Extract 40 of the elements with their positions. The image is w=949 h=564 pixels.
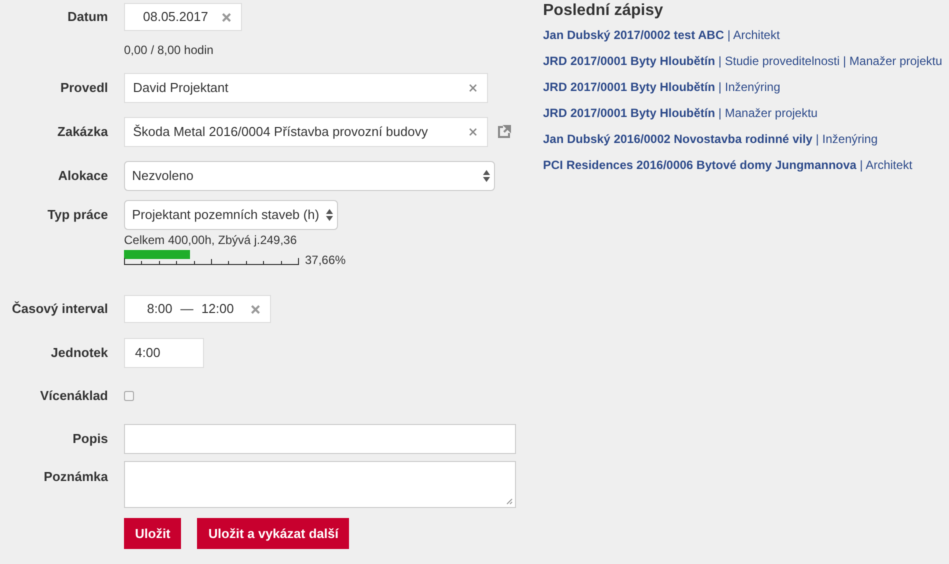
recent-entry[interactable]: JRD 2017/0001 Byty Hloubětín | Manažer projektu <box>543 104 949 122</box>
field-label: Typ práce <box>46 206 108 224</box>
recent-entry[interactable]: JRD 2017/0001 Byty Hloubětín | Inženýring <box>543 78 949 96</box>
input-field[interactable] <box>124 424 516 454</box>
time-interval-field[interactable]: 8:00 — 12:00 <box>124 295 271 323</box>
clear-icon[interactable] <box>469 128 477 136</box>
resize-handle-icon[interactable] <box>506 498 513 505</box>
section-title: Poslední zápisy <box>543 1 664 21</box>
field-label: Vícenáklad <box>39 387 108 406</box>
field-label: Poznámka <box>42 468 108 486</box>
field-label: Datum <box>66 8 108 26</box>
recent-entry[interactable]: Jan Dubský 2016/0002 Novostavba rodinné vily | Inženýring <box>543 130 949 148</box>
recent-entry[interactable]: Jan Dubský 2017/0002 test ABC | Architekt <box>543 26 949 44</box>
sort-arrows-icon <box>483 170 490 182</box>
external-link-icon[interactable] <box>497 125 511 139</box>
save-button[interactable]: Uložit <box>124 518 182 549</box>
sort-arrows-icon <box>326 209 333 221</box>
combo-field[interactable]: Škoda Metal 2016/0004 Přístavba provozní budovy <box>124 117 488 147</box>
field-label: Provedl <box>59 79 108 98</box>
input-field[interactable]: 4:00 <box>124 338 204 368</box>
date-field[interactable]: 08.05.2017 <box>124 3 242 31</box>
combo-field[interactable]: David Projektant <box>124 73 488 103</box>
clear-icon[interactable] <box>469 84 477 92</box>
field-label: Popis <box>72 430 108 448</box>
recent-entry[interactable]: PCI Residences 2016/0006 Bytové domy Jungmannova | Architekt <box>543 156 949 174</box>
save-button[interactable]: Uložit a vykázat další <box>197 518 350 549</box>
budget-percent: 37,66% <box>305 252 346 268</box>
select-field[interactable]: Projektant pozemních staveb (h) <box>124 200 338 230</box>
field-label: Zakázka <box>56 123 108 142</box>
clear-icon[interactable] <box>251 304 260 314</box>
clear-icon[interactable] <box>222 12 231 22</box>
field-label: Jednotek <box>50 344 108 362</box>
field-label: Alokace <box>57 167 108 186</box>
text-area[interactable] <box>124 461 516 508</box>
checkbox[interactable] <box>124 391 134 401</box>
recent-entry[interactable]: JRD 2017/0001 Byty Hloubětín | Studie proveditelnosti | Manažer projektu <box>543 52 949 70</box>
select-field[interactable]: Nezvoleno <box>124 161 495 191</box>
field-label: Časový interval <box>10 300 108 318</box>
budget-summary: Celkem 400,00h, Zbývá j.249,36 <box>124 232 298 248</box>
hours-summary: 0,00 / 8,00 hodin <box>124 42 214 59</box>
